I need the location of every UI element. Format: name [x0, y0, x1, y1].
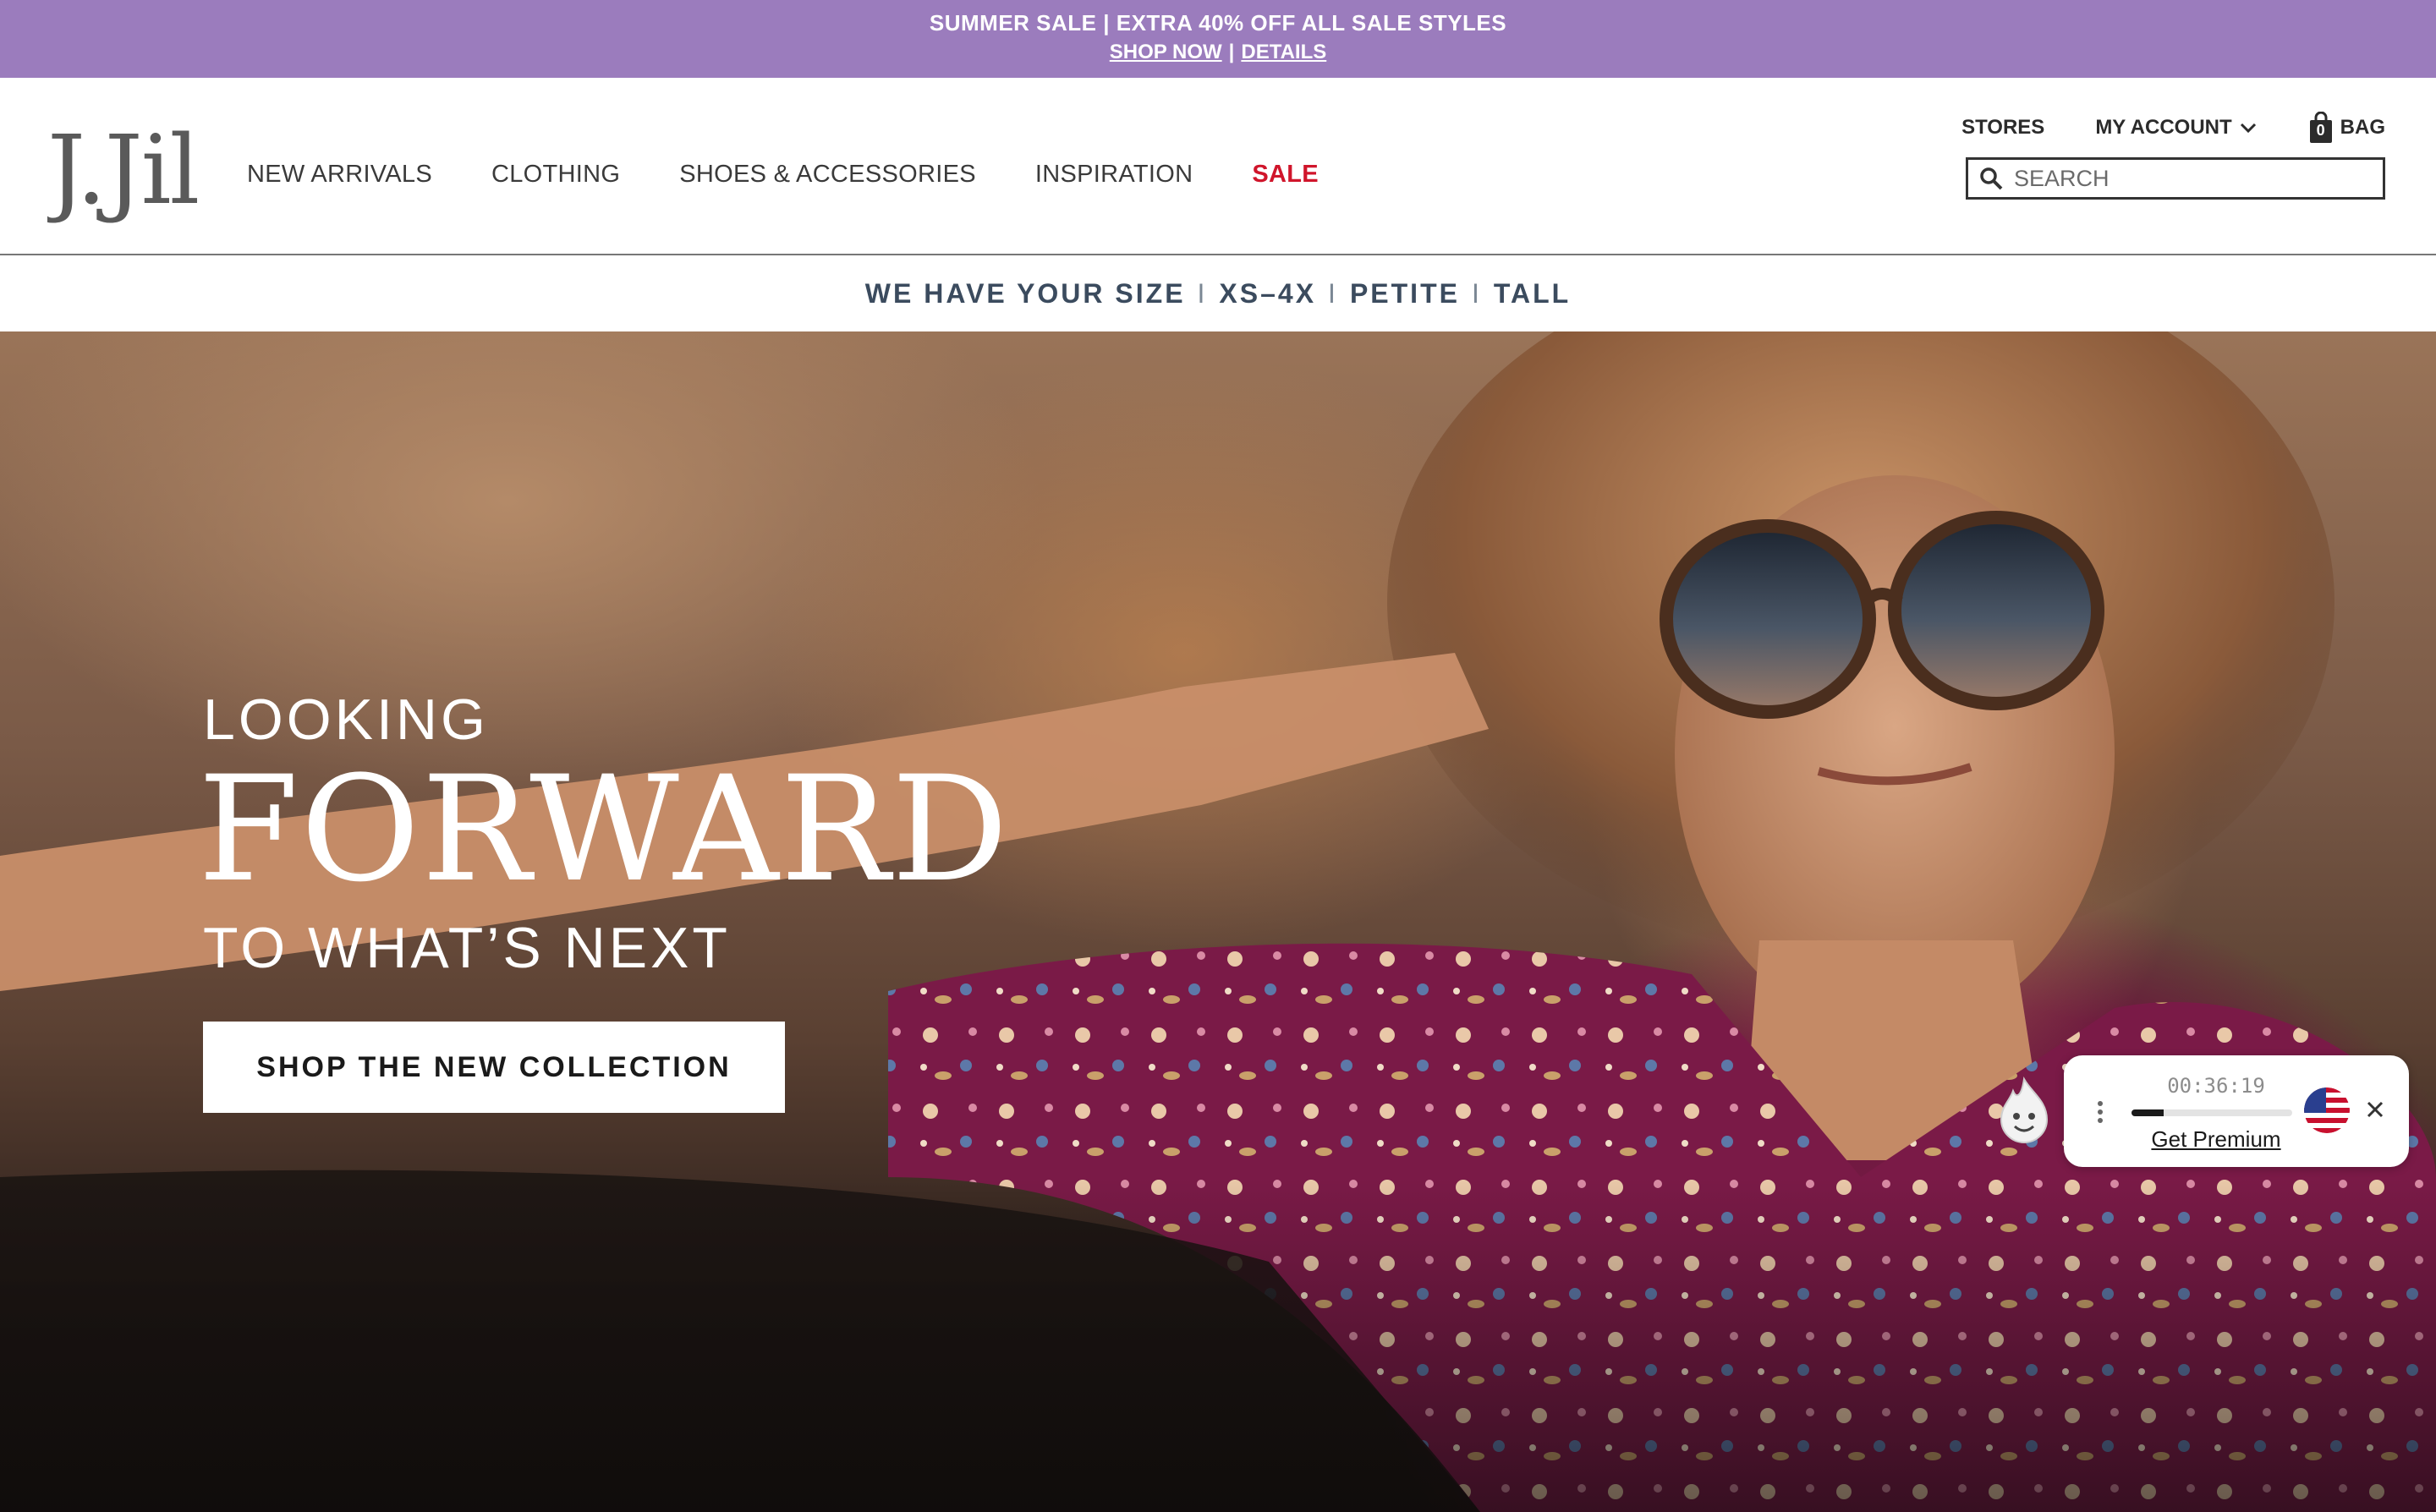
hero-headline: FORWARD [198, 744, 1010, 914]
my-account-label: MY ACCOUNT [2095, 116, 2232, 139]
shopping-bag-icon: 0 [2308, 111, 2334, 144]
timer-readout: 00:36:19 [2167, 1074, 2265, 1098]
nav-shoes-accessories[interactable]: SHOES & ACCESSORIES [679, 161, 976, 189]
bag-count: 0 [2316, 122, 2325, 139]
stores-link[interactable]: STORES [1961, 116, 2044, 140]
timer-progress [2132, 1109, 2292, 1116]
nav-inspiration[interactable]: INSPIRATION [1035, 161, 1193, 189]
main-nav: NEW ARRIVALS CLOTHING SHOES & ACCESSORIE… [247, 161, 1319, 189]
more-vertical-icon[interactable] [2096, 1099, 2104, 1125]
bag-link[interactable]: 0 BAG [2308, 111, 2385, 144]
jjill-logo[interactable]: J.Jill [47, 129, 200, 238]
site-header: J.Jill NEW ARRIVALS CLOTHING SHOES & ACC… [0, 78, 2436, 255]
us-flag-icon[interactable] [2304, 1087, 2350, 1133]
bag-label: BAG [2340, 116, 2385, 139]
utility-nav: STORES MY ACCOUNT 0 BAG [1961, 111, 2385, 144]
hero-banner: LOOKING FORWARD TO WHAT’S NEXT SHOP THE … [0, 331, 2436, 1512]
get-premium-link[interactable]: Get Premium [2132, 1126, 2301, 1153]
promo-title: SUMMER SALE | EXTRA 40% OFF ALL SALE STY… [929, 10, 1507, 36]
close-icon[interactable] [2363, 1098, 2387, 1121]
hero-shade [0, 1177, 2436, 1512]
timer-progress-fill [2132, 1109, 2164, 1116]
chevron-down-icon [2240, 123, 2256, 134]
size-strip: WE HAVE YOUR SIZE I XS–4X I PETITE I TAL… [0, 255, 2436, 331]
nav-sale[interactable]: SALE [1252, 161, 1319, 189]
size-strip-lead: WE HAVE YOUR SIZE [864, 277, 1186, 309]
svg-text:J.Jill: J.Jill [47, 129, 200, 226]
promo-links: SHOP NOW | DETAILS [0, 41, 2436, 64]
search-icon[interactable] [1978, 166, 2004, 191]
size-xs-4x-link[interactable]: XS–4X [1219, 278, 1316, 310]
hero-line-3: TO WHAT’S NEXT [203, 916, 731, 980]
nav-clothing[interactable]: CLOTHING [491, 161, 620, 189]
timer-widget: 00:36:19 Get Premium [2064, 1055, 2409, 1167]
size-separator: I [1328, 277, 1338, 309]
stores-label: STORES [1961, 116, 2045, 139]
promo-bar: SUMMER SALE | EXTRA 40% OFF ALL SALE STY… [0, 0, 2436, 78]
flame-mascot-icon[interactable] [1998, 1076, 2050, 1143]
hero-line-1: LOOKING [203, 688, 489, 752]
details-link[interactable]: DETAILS [1241, 41, 1326, 63]
size-petite-link[interactable]: PETITE [1350, 278, 1460, 310]
my-account-menu[interactable]: MY ACCOUNT [2095, 116, 2257, 140]
size-separator: I [1471, 277, 1482, 309]
size-separator: I [1197, 277, 1208, 309]
search-box [1966, 157, 2385, 200]
nav-new-arrivals[interactable]: NEW ARRIVALS [247, 161, 432, 189]
search-input[interactable] [2014, 165, 2369, 192]
shop-new-collection-button[interactable]: SHOP THE NEW COLLECTION [203, 1022, 785, 1113]
shop-now-link[interactable]: SHOP NOW [1110, 41, 1222, 63]
promo-separator: | [1228, 41, 1235, 63]
size-tall-link[interactable]: TALL [1494, 278, 1571, 310]
